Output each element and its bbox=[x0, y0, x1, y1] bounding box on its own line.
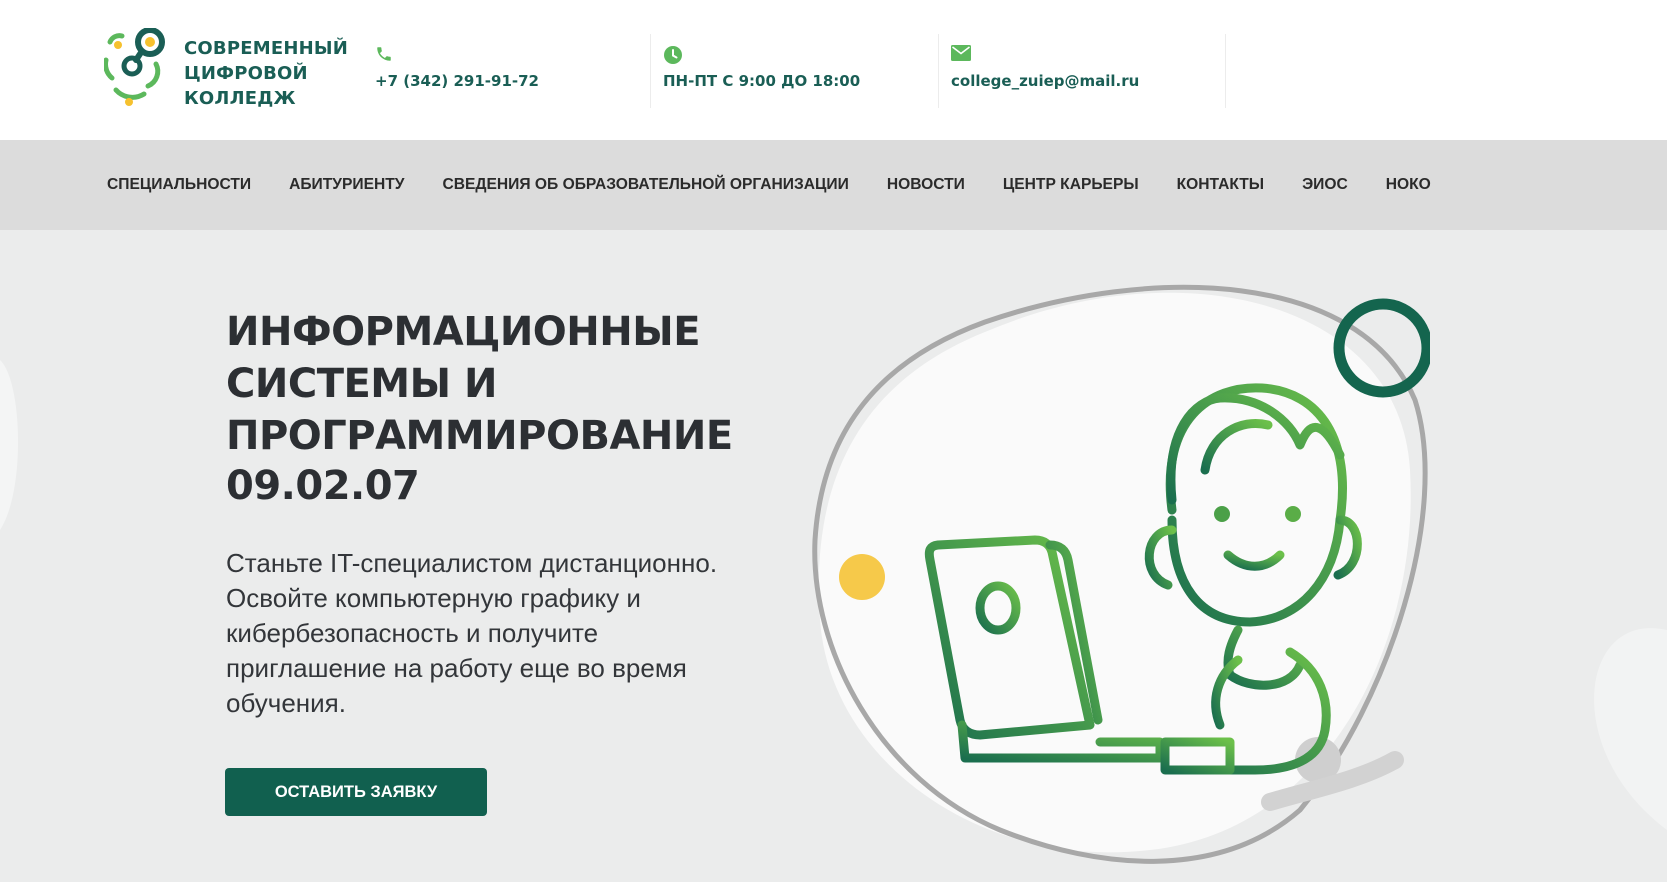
hours-text: ПН-ПТ С 9:00 ДО 18:00 bbox=[663, 72, 861, 90]
hero-description-line: кибербезопасность и получите bbox=[226, 618, 599, 648]
main-nav: СПЕЦИАЛЬНОСТИ АБИТУРИЕНТУ СВЕДЕНИЯ ОБ ОБ… bbox=[0, 140, 1667, 230]
hero-title-line: ИНФОРМАЦИОННЫЕ bbox=[226, 309, 701, 355]
hero-section: ИНФОРМАЦИОННЫЕ СИСТЕМЫ И ПРОГРАММИРОВАНИ… bbox=[0, 230, 1667, 882]
logo-line: КОЛЛЕДЖ bbox=[184, 88, 296, 109]
college-logo-icon bbox=[104, 28, 165, 106]
nav-item-news[interactable]: НОВОСТИ bbox=[887, 176, 965, 194]
nav-item-contacts[interactable]: КОНТАКТЫ bbox=[1177, 176, 1264, 194]
nav-list: СПЕЦИАЛЬНОСТИ АБИТУРИЕНТУ СВЕДЕНИЯ ОБ ОБ… bbox=[107, 140, 1469, 230]
contact-email[interactable]: college_zuiep@mail.ru bbox=[938, 34, 1226, 108]
hero-description: Станьте IT-специалистом дистанционно. Ос… bbox=[226, 546, 806, 721]
hero-title-line: СИСТЕМЫ И bbox=[226, 361, 497, 407]
hero-title-line: ПРОГРАММИРОВАНИЕ bbox=[226, 413, 733, 459]
phone-text: +7 (342) 291-91-72 bbox=[375, 72, 539, 90]
contact-phone[interactable]: +7 (342) 291-91-72 bbox=[363, 34, 650, 108]
submit-application-button[interactable]: ОСТАВИТЬ ЗАЯВКУ bbox=[225, 768, 487, 816]
contact-hours: ПН-ПТ С 9:00 ДО 18:00 bbox=[650, 34, 938, 108]
envelope-icon bbox=[951, 45, 971, 66]
hero-description-line: приглашение на работу еще во время bbox=[226, 653, 687, 683]
hero-description-line: обучения. bbox=[226, 688, 346, 718]
logo-line: ЦИФРОВОЙ bbox=[184, 63, 308, 84]
logo-text: СОВРЕМЕННЫЙ ЦИФРОВОЙ КОЛЛЕДЖ bbox=[184, 36, 348, 111]
clock-icon bbox=[663, 45, 683, 70]
nav-item-noko[interactable]: НОКО bbox=[1386, 176, 1431, 194]
logo-line: СОВРЕМЕННЫЙ bbox=[184, 38, 348, 59]
student-with-laptop-illustration bbox=[812, 284, 1430, 864]
nav-item-organization-info[interactable]: СВЕДЕНИЯ ОБ ОБРАЗОВАТЕЛЬНОЙ ОРГАНИЗАЦИИ bbox=[442, 176, 848, 194]
phone-icon bbox=[375, 45, 393, 68]
email-text: college_zuiep@mail.ru bbox=[951, 72, 1140, 90]
specialty-code: 09.02.07 bbox=[226, 463, 420, 509]
nav-item-eios[interactable]: ЭИОС bbox=[1302, 176, 1348, 194]
hero-title: ИНФОРМАЦИОННЫЕ СИСТЕМЫ И ПРОГРАММИРОВАНИ… bbox=[226, 306, 786, 462]
hero-description-line: Освойте компьютерную графику и bbox=[226, 583, 641, 613]
nav-item-career-center[interactable]: ЦЕНТР КАРЬЕРЫ bbox=[1003, 176, 1139, 194]
nav-item-specialties[interactable]: СПЕЦИАЛЬНОСТИ bbox=[107, 176, 251, 194]
hero-description-line: Станьте IT-специалистом дистанционно. bbox=[226, 548, 718, 578]
nav-item-applicants[interactable]: АБИТУРИЕНТУ bbox=[289, 176, 404, 194]
site-header: СОВРЕМЕННЫЙ ЦИФРОВОЙ КОЛЛЕДЖ +7 (342) 29… bbox=[0, 0, 1667, 140]
site-logo[interactable]: СОВРЕМЕННЫЙ ЦИФРОВОЙ КОЛЛЕДЖ bbox=[104, 28, 348, 114]
